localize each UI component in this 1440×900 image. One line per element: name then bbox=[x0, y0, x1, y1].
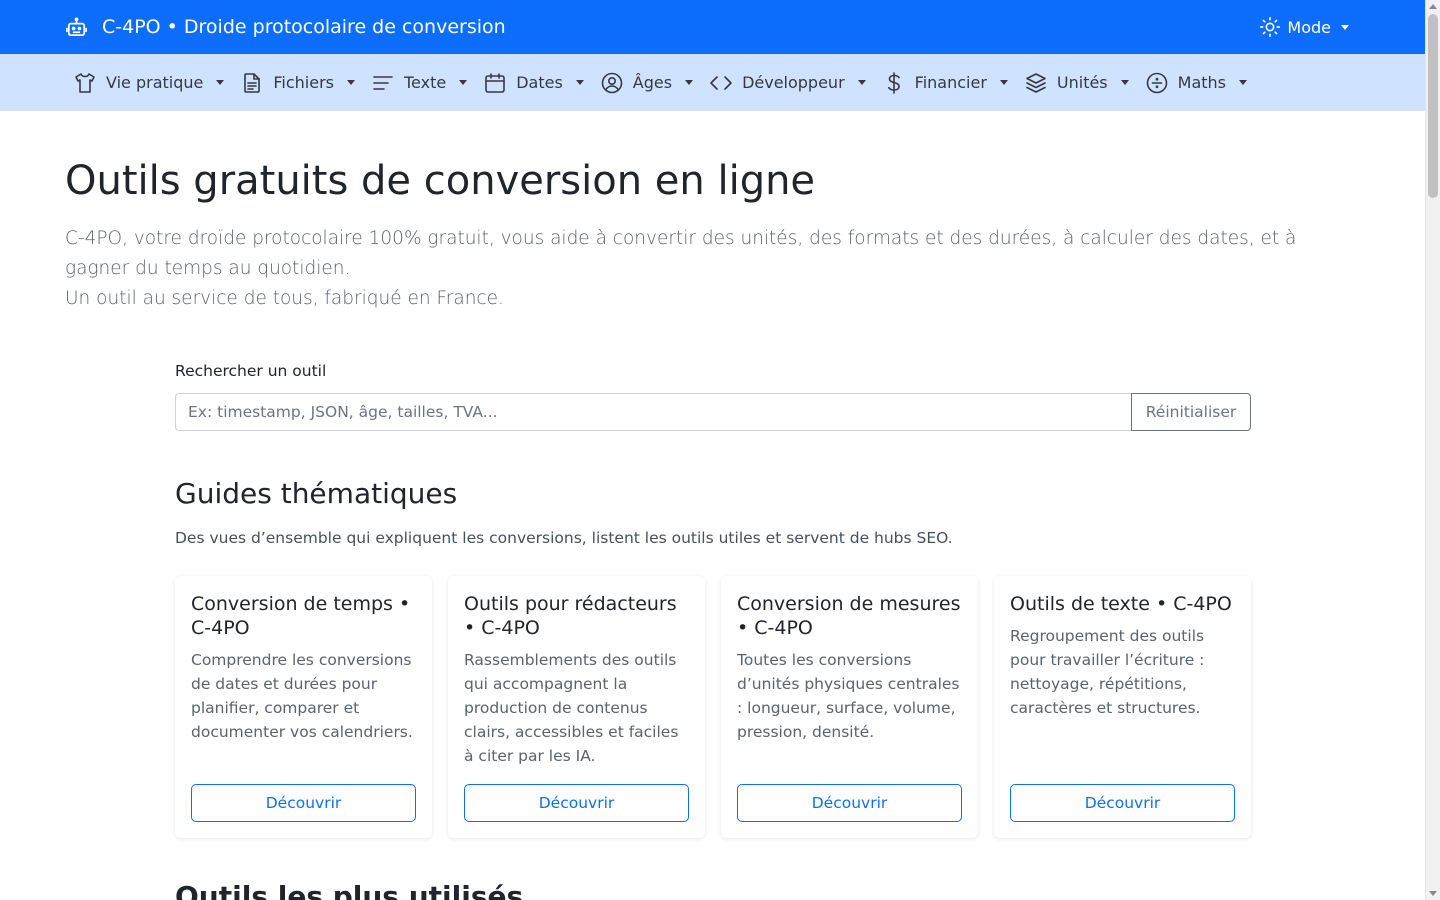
discover-button[interactable]: Découvrir bbox=[737, 784, 962, 822]
nav-item-maths[interactable]: Maths bbox=[1137, 54, 1255, 111]
search-label: Rechercher un outil bbox=[175, 362, 327, 380]
hero-lead-line: C-4PO, votre droïde protocolaire 100% gr… bbox=[65, 228, 1297, 279]
chevron-down-icon bbox=[1341, 24, 1349, 30]
dollar-icon bbox=[887, 71, 900, 94]
search-input[interactable] bbox=[175, 393, 1131, 431]
nav-label: Vie pratique bbox=[106, 73, 204, 92]
guide-card: Conversion de mesures • C-4PO Toutes les… bbox=[721, 576, 978, 838]
nav-label: Texte bbox=[404, 73, 447, 92]
guide-card: Outils de texte • C-4PO Regroupement des… bbox=[994, 576, 1251, 838]
card-title: Outils pour rédacteurs • C-4PO bbox=[464, 593, 677, 639]
nav-label: Maths bbox=[1177, 73, 1226, 92]
nav-label: Financier bbox=[914, 73, 987, 92]
discover-button[interactable]: Découvrir bbox=[1010, 784, 1235, 822]
chevron-down-icon bbox=[1239, 80, 1247, 85]
reset-button[interactable]: Réinitialiser bbox=[1131, 393, 1251, 431]
nav-label: Âges bbox=[632, 73, 673, 92]
chevron-down-icon bbox=[685, 80, 694, 85]
card-title: Conversion de mesures • C-4PO bbox=[737, 593, 961, 639]
divide-icon bbox=[1146, 72, 1167, 93]
chevron-down-icon bbox=[1120, 80, 1129, 85]
guide-card: Outils pour rédacteurs • C-4PO Rassemble… bbox=[448, 576, 705, 838]
text-lines-icon bbox=[373, 75, 393, 90]
search-group: Réinitialiser bbox=[175, 393, 1251, 431]
nav-item-dates[interactable]: Dates bbox=[475, 54, 592, 111]
card-title: Conversion de temps • C-4PO bbox=[191, 593, 411, 639]
robot-icon bbox=[66, 17, 87, 36]
mode-label: Mode bbox=[1287, 17, 1331, 37]
page-scrollbar[interactable] bbox=[1425, 0, 1440, 900]
file-icon bbox=[244, 72, 261, 93]
nav-item-developpeur[interactable]: Développeur bbox=[701, 54, 874, 111]
hero-lead-line: Un outil au service de tous, fabriqué en… bbox=[65, 288, 504, 309]
top-bar: C-4PO • Droide protocolaire de conversio… bbox=[0, 0, 1425, 54]
nav-item-financier[interactable]: Financier bbox=[874, 54, 1016, 111]
guide-card: Conversion de temps • C-4PO Comprendre l… bbox=[175, 576, 432, 838]
nav-item-unites[interactable]: Unités bbox=[1016, 54, 1137, 111]
scroll-up-icon[interactable] bbox=[1429, 4, 1437, 9]
nav-label: Unités bbox=[1056, 73, 1108, 92]
card-text: Rassemblements des outils qui accompagne… bbox=[464, 651, 679, 765]
layers-icon bbox=[1026, 72, 1046, 93]
guide-cards: Conversion de temps • C-4PO Comprendre l… bbox=[175, 576, 1251, 838]
user-circle-icon bbox=[601, 72, 623, 93]
sun-icon bbox=[1260, 17, 1281, 37]
page-title: Outils gratuits de conversion en ligne bbox=[65, 158, 816, 204]
code-icon bbox=[710, 75, 732, 90]
chevron-down-icon bbox=[575, 80, 584, 85]
nav-item-vie-pratique[interactable]: Vie pratique bbox=[65, 54, 232, 111]
chevron-down-icon bbox=[347, 80, 355, 85]
chevron-down-icon bbox=[999, 80, 1008, 85]
calendar-icon bbox=[485, 72, 506, 93]
discover-button[interactable]: Découvrir bbox=[191, 784, 416, 822]
chevron-down-icon bbox=[216, 80, 225, 85]
section-title: Guides thématiques bbox=[175, 477, 458, 510]
chevron-down-icon bbox=[857, 80, 866, 85]
brand-title: C-4PO • Droide protocolaire de conversio… bbox=[102, 16, 506, 38]
brand-link[interactable]: C-4PO • Droide protocolaire de conversio… bbox=[65, 0, 506, 54]
category-nav: Vie pratique Fichiers Texte Dates Âges D… bbox=[0, 54, 1425, 111]
hero-lead: C-4PO, votre droïde protocolaire 100% gr… bbox=[65, 224, 1365, 314]
scroll-thumb[interactable] bbox=[1428, 14, 1438, 198]
section-title: Outils les plus utilisés bbox=[175, 880, 524, 900]
nav-label: Fichiers bbox=[273, 73, 334, 92]
nav-item-texte[interactable]: Texte bbox=[363, 54, 475, 111]
card-text: Comprendre les conversions de dates et d… bbox=[191, 651, 413, 741]
nav-item-fichiers[interactable]: Fichiers bbox=[232, 54, 363, 111]
card-title: Outils de texte • C-4PO bbox=[1010, 593, 1232, 615]
nav-item-ages[interactable]: Âges bbox=[592, 54, 701, 111]
scroll-down-icon[interactable] bbox=[1429, 891, 1437, 896]
card-text: Regroupement des outils pour travailler … bbox=[1010, 627, 1205, 717]
section-description: Des vues d’ensemble qui expliquent les c… bbox=[175, 529, 953, 547]
chevron-down-icon bbox=[459, 80, 468, 85]
discover-button[interactable]: Découvrir bbox=[464, 784, 689, 822]
tshirt-icon bbox=[75, 72, 95, 93]
card-text: Toutes les conversions d’unités physique… bbox=[737, 651, 960, 741]
nav-label: Développeur bbox=[742, 73, 845, 92]
nav-label: Dates bbox=[516, 73, 563, 92]
mode-toggle[interactable]: Mode bbox=[1259, 0, 1349, 54]
